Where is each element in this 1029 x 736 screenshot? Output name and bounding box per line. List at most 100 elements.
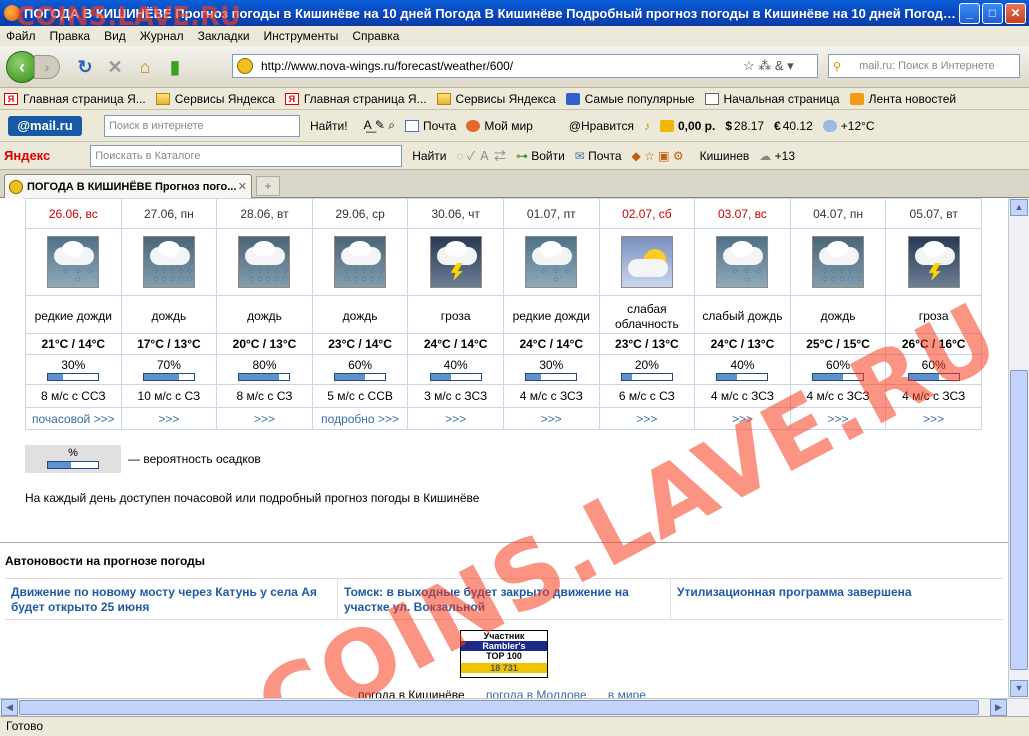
money-button[interactable]: 0,00 р. — [659, 119, 715, 133]
menu-edit[interactable]: Правка — [50, 29, 91, 43]
forecast-precip-value: 40% — [443, 357, 468, 372]
scroll-thumb[interactable] — [1010, 370, 1028, 670]
precip-bar — [525, 372, 578, 381]
forecast-precip-cell: 30% — [502, 354, 600, 385]
menu-tools[interactable]: Инструменты — [264, 29, 339, 43]
bookmark-item[interactable]: Самые популярные — [565, 92, 695, 106]
bookmark-item[interactable]: Я Главная страница Я... — [284, 92, 427, 106]
forecast-detail-link[interactable]: подробно >>> — [311, 407, 409, 430]
signal-icon[interactable]: ▮ — [164, 56, 186, 78]
bookmark-star-icon[interactable]: ☆ ⁂ & ▾ — [743, 58, 817, 74]
yandex-mail-button[interactable]: ✉ Почта — [575, 149, 622, 163]
forward-button[interactable]: › — [34, 54, 60, 79]
minimize-button[interactable]: _ — [959, 2, 980, 24]
forecast-detail-link[interactable]: почасовой >>> — [25, 407, 122, 430]
forecast-precip-value: 30% — [539, 357, 564, 372]
reload-icon[interactable]: ↻ — [74, 56, 96, 78]
maximize-button[interactable]: □ — [982, 2, 1003, 24]
search-icon[interactable]: ⚲ — [833, 60, 841, 73]
news-link[interactable]: Движение по новому мосту через Катунь у … — [5, 579, 338, 619]
hscroll-thumb[interactable] — [19, 700, 979, 715]
weather-button[interactable]: +12°C — [822, 119, 875, 133]
mailru-find-button[interactable]: Найти! — [310, 119, 348, 133]
yandex-login-button[interactable]: ⊶ Войти — [516, 149, 565, 163]
yandex-find-button[interactable]: Найти — [412, 149, 446, 163]
stop-icon[interactable]: ✕ — [104, 56, 126, 78]
forecast-detail-link[interactable]: >>> — [502, 407, 600, 430]
scroll-up-icon[interactable]: ▲ — [1010, 199, 1028, 216]
rambler-top100-badge[interactable]: Участник Rambler's TOP 100 18 731 — [460, 630, 548, 678]
forecast-desc: слабый дождь — [694, 295, 791, 334]
forecast-detail-link[interactable]: >>> — [407, 407, 504, 430]
bookmark-item[interactable]: Сервисы Яндекса — [155, 92, 275, 106]
news-link[interactable]: Томск: в выходные будет закрыто движение… — [338, 579, 671, 619]
home-icon[interactable]: ⌂ — [134, 56, 156, 78]
news-list: Движение по новому мосту через Катунь у … — [5, 578, 1003, 620]
yandex-search-input[interactable]: Поискать в Каталоге — [90, 144, 403, 167]
vertical-scrollbar[interactable]: ▲ ▼ — [1008, 198, 1029, 698]
forecast-detail-link[interactable]: >>> — [789, 407, 887, 430]
menu-view[interactable]: Вид — [104, 29, 126, 43]
address-bar[interactable]: http://www.nova-wings.ru/forecast/weathe… — [232, 54, 818, 78]
forecast-desc: гроза — [885, 295, 982, 334]
legend-percent-label: % — [68, 447, 78, 459]
close-button[interactable]: ✕ — [1005, 2, 1026, 24]
forecast-detail-link[interactable]: >>> — [885, 407, 982, 430]
scroll-right-icon[interactable]: ▶ — [990, 699, 1007, 716]
forecast-desc: слабая облачность — [598, 295, 696, 334]
usd-rate[interactable]: $28.17 — [725, 119, 764, 133]
badge-line2: Rambler's — [461, 641, 547, 651]
forecast-precip-value: 80% — [252, 357, 277, 372]
scroll-left-icon[interactable]: ◀ — [1, 699, 18, 716]
menu-history[interactable]: Журнал — [140, 29, 184, 43]
mailru-mail-button[interactable]: Почта — [405, 119, 456, 133]
mailru-myworld-button[interactable]: Мой мир — [466, 119, 533, 133]
menu-file[interactable]: Файл — [6, 29, 36, 43]
forecast-desc: дождь — [311, 295, 409, 334]
yandex-extra-icons[interactable]: ◆ ☆ ▣ ⚙ — [632, 149, 684, 163]
scroll-down-icon[interactable]: ▼ — [1010, 680, 1028, 697]
yandex-logo[interactable]: Яндекс — [4, 148, 50, 163]
forecast-temp: 24°C / 14°C — [502, 333, 600, 355]
news-link[interactable]: Утилизационная программа завершена — [671, 579, 1003, 619]
bookmark-item[interactable]: Сервисы Яндекса — [436, 92, 556, 106]
horizontal-scrollbar[interactable]: ◀ ▶ — [0, 698, 1029, 716]
tab-close-icon[interactable]: ✕ — [238, 180, 247, 193]
firefox-icon — [4, 5, 20, 21]
forecast-detail-link[interactable]: >>> — [216, 407, 313, 430]
forecast-precip-cell: 60% — [789, 354, 887, 385]
navigation-toolbar: ‹ › ↻ ✕ ⌂ ▮ http://www.nova-wings.ru/for… — [0, 46, 1029, 88]
footer-link[interactable]: в мире — [608, 688, 646, 698]
music-icon[interactable]: ♪ — [644, 119, 650, 133]
forecast-date: 03.07, вс — [694, 198, 791, 229]
mailru-logo[interactable]: @mail.ru — [8, 115, 82, 136]
search-input[interactable]: ⚲ mail.ru: Поиск в Интернете — [828, 54, 1020, 78]
forecast-icon-cell: ⁘ ⁘ ⁘ ⁘ — [502, 228, 600, 296]
footer-link[interactable]: погода в Молдове — [486, 688, 587, 698]
speech-icon[interactable]: ◌ ✓ Ａ ⇄ — [457, 147, 506, 164]
forecast-temp: 20°C / 13°C — [216, 333, 313, 355]
new-tab-button[interactable]: + — [256, 176, 280, 196]
yandex-weather[interactable]: ☁ +13 — [759, 149, 795, 163]
forecast-detail-link[interactable]: >>> — [598, 407, 696, 430]
forecast-icon-cell: ⁘⁘⁘⁘⁘ ⁘⁘⁘⁘⁘ — [789, 228, 887, 296]
forecast-precip-cell: 40% — [407, 354, 504, 385]
forecast-detail-link[interactable]: >>> — [120, 407, 218, 430]
eur-rate[interactable]: €40.12 — [774, 119, 813, 133]
bookmark-item[interactable]: Начальная страница — [704, 92, 840, 106]
forecast-detail-link[interactable]: >>> — [694, 407, 791, 430]
yandex-city[interactable]: Кишинев — [700, 149, 750, 163]
forecast-desc: редкие дожди — [502, 295, 600, 334]
tab-active[interactable]: ПОГОДА В КИШИНЁВЕ Прогноз пого... ✕ — [4, 174, 252, 198]
forecast-icon-row: ⁘ ⁘ ⁘ ⁘ ⁘⁘⁘⁘⁘ ⁘⁘⁘⁘⁘ ⁘⁘⁘⁘⁘ ⁘⁘⁘⁘⁘ ⁘⁘⁘⁘⁘ ⁘⁘⁘⁘⁘ ⁘ ⁘… — [25, 228, 982, 296]
font-icon[interactable]: A͟ ✎ ⌕ — [364, 118, 395, 133]
url-text[interactable]: http://www.nova-wings.ru/forecast/weathe… — [261, 59, 743, 73]
bookmark-item[interactable]: Лента новостей — [849, 92, 956, 106]
menu-bookmarks[interactable]: Закладки — [198, 29, 250, 43]
menu-help[interactable]: Справка — [352, 29, 399, 43]
news-heading: Автоновости на прогнозе погоды — [5, 554, 206, 568]
mailru-like-button[interactable]: @Нравится — [569, 119, 634, 133]
bookmark-item[interactable]: Я Главная страница Я... — [4, 92, 146, 106]
tab-favicon — [9, 179, 23, 194]
mailru-search-input[interactable]: Поиск в интернете — [104, 114, 300, 137]
